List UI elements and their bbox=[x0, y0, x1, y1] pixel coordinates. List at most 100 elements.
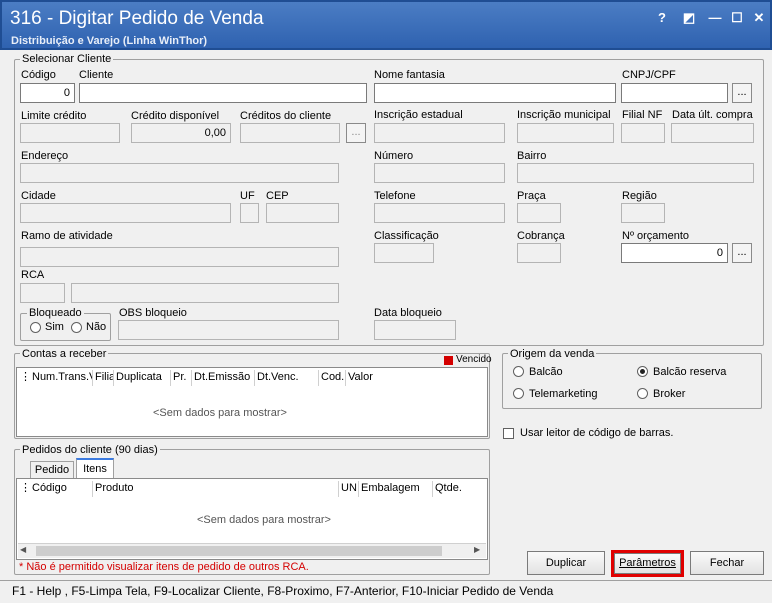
col-valor[interactable]: Valor bbox=[346, 370, 386, 386]
col-pr[interactable]: Pr. bbox=[171, 370, 192, 386]
cnpj-input[interactable] bbox=[621, 83, 728, 103]
cnpj-search-button[interactable]: ... bbox=[732, 83, 752, 103]
nome-fantasia-label: Nome fantasia bbox=[374, 69, 445, 81]
origem-group bbox=[502, 353, 762, 409]
bairro-field bbox=[517, 163, 754, 183]
data-bloqueio-label: Data bloqueio bbox=[374, 307, 442, 319]
col-dt-venc[interactable]: Dt.Venc. bbox=[255, 370, 319, 386]
bloqueado-sim-label: Sim bbox=[45, 321, 64, 333]
col-num-trans[interactable]: Num.Trans.V bbox=[30, 370, 93, 386]
nome-fantasia-input[interactable] bbox=[374, 83, 616, 103]
praca-field bbox=[517, 203, 561, 223]
pedidos-warning: * Não é permitido visualizar itens de pe… bbox=[19, 561, 309, 573]
col-dt-emissao[interactable]: Dt.Emissão bbox=[192, 370, 255, 386]
regiao-label: Região bbox=[622, 190, 657, 202]
contas-group-label: Contas a receber bbox=[20, 348, 109, 360]
origem-telemarketing-label: Telemarketing bbox=[529, 388, 598, 400]
codigo-input[interactable]: 0 bbox=[20, 83, 75, 103]
cidade-label: Cidade bbox=[21, 190, 56, 202]
obs-bloqueio-field bbox=[118, 320, 339, 340]
regiao-field bbox=[621, 203, 665, 223]
bairro-label: Bairro bbox=[517, 150, 547, 162]
obs-bloqueio-label: OBS bloqueio bbox=[119, 307, 187, 319]
cobranca-label: Cobrança bbox=[517, 230, 565, 242]
rca-code-field bbox=[20, 283, 65, 303]
grid-menu-icon[interactable]: ⋮ bbox=[18, 481, 30, 497]
pedidos-group-label: Pedidos do cliente (90 dias) bbox=[20, 444, 160, 456]
credito-disponivel-label: Crédito disponível bbox=[131, 110, 220, 122]
data-bloqueio-field bbox=[374, 320, 456, 340]
bloqueado-label: Bloqueado bbox=[27, 307, 84, 319]
tab-itens[interactable]: Itens bbox=[76, 458, 114, 478]
col-cod[interactable]: Cod. bbox=[319, 370, 346, 386]
cliente-input[interactable] bbox=[79, 83, 367, 103]
fechar-button[interactable]: Fechar bbox=[690, 551, 764, 575]
col-filial[interactable]: Filia bbox=[93, 370, 114, 386]
creditos-cliente-button[interactable]: ... bbox=[346, 123, 366, 143]
orcamento-search-button[interactable]: ... bbox=[732, 243, 752, 263]
cobranca-field bbox=[517, 243, 561, 263]
scroll-left-icon[interactable]: ◀ bbox=[20, 545, 26, 554]
orcamento-label: Nº orçamento bbox=[622, 230, 689, 242]
pedidos-grid[interactable]: ⋮ Código Produto UN Embalagem Qtde. <Sem… bbox=[16, 478, 488, 560]
col-qtde[interactable]: Qtde. bbox=[433, 481, 483, 497]
horizontal-scrollbar[interactable]: ◀ ▶ bbox=[18, 543, 486, 558]
col-produto[interactable]: Produto bbox=[93, 481, 339, 497]
tab-pedido[interactable]: Pedido bbox=[30, 461, 74, 478]
barcode-checkbox[interactable] bbox=[503, 428, 514, 439]
data-ult-compra-field bbox=[671, 123, 754, 143]
contas-grid[interactable]: ⋮ Num.Trans.V Filia Duplicata Pr. Dt.Emi… bbox=[16, 367, 488, 437]
endereco-field bbox=[20, 163, 339, 183]
window-title: 316 - Digitar Pedido de Venda bbox=[10, 8, 264, 29]
rca-name-field bbox=[71, 283, 339, 303]
insc-estadual-field bbox=[374, 123, 505, 143]
credito-disponivel-field: 0,00 bbox=[131, 123, 231, 143]
col-codigo[interactable]: Código bbox=[30, 481, 93, 497]
origem-balcao-reserva-radio[interactable] bbox=[637, 366, 648, 377]
origem-balcao-radio[interactable] bbox=[513, 366, 524, 377]
codigo-label: Código bbox=[21, 69, 56, 81]
help-button[interactable]: ? bbox=[654, 10, 670, 26]
window-subtitle: Distribuição e Varejo (Linha WinThor) bbox=[11, 35, 208, 47]
contas-empty-text: <Sem dados para mostrar> bbox=[153, 407, 287, 419]
scroll-thumb[interactable] bbox=[36, 546, 442, 556]
endereco-label: Endereço bbox=[21, 150, 69, 162]
vencido-label: Vencido bbox=[456, 354, 492, 365]
bloqueado-sim-radio[interactable] bbox=[30, 322, 41, 333]
cliente-label: Cliente bbox=[79, 69, 114, 81]
bloqueado-nao-radio[interactable] bbox=[71, 322, 82, 333]
restore-icon[interactable]: ◩ bbox=[681, 10, 697, 26]
cnpj-label: CNPJ/CPF bbox=[622, 69, 676, 81]
vencido-swatch bbox=[444, 356, 453, 365]
close-button[interactable]: ✕ bbox=[751, 10, 767, 26]
insc-municipal-field bbox=[517, 123, 614, 143]
parametros-button[interactable]: Parâmetros bbox=[614, 553, 681, 574]
insc-municipal-label: Inscrição municipal bbox=[517, 109, 611, 121]
grid-menu-icon[interactable]: ⋮ bbox=[18, 370, 30, 386]
creditos-cliente-label: Créditos do cliente bbox=[240, 110, 332, 122]
origem-telemarketing-radio[interactable] bbox=[513, 388, 524, 399]
orcamento-input[interactable]: 0 bbox=[621, 243, 728, 263]
maximize-button[interactable]: ☐ bbox=[729, 10, 745, 26]
filial-nf-field bbox=[621, 123, 665, 143]
cep-field bbox=[266, 203, 339, 223]
minimize-button[interactable]: — bbox=[707, 10, 723, 26]
uf-field bbox=[240, 203, 259, 223]
praca-label: Praça bbox=[517, 190, 546, 202]
origem-broker-label: Broker bbox=[653, 388, 686, 400]
col-un[interactable]: UN bbox=[339, 481, 359, 497]
col-embalagem[interactable]: Embalagem bbox=[359, 481, 433, 497]
limite-credito-label: Limite crédito bbox=[21, 110, 87, 122]
origem-broker-radio[interactable] bbox=[637, 388, 648, 399]
numero-field bbox=[374, 163, 505, 183]
scroll-right-icon[interactable]: ▶ bbox=[474, 545, 480, 554]
title-bar: 316 - Digitar Pedido de Venda Distribuiç… bbox=[0, 0, 772, 50]
numero-label: Número bbox=[374, 150, 414, 162]
filial-nf-label: Filial NF bbox=[622, 109, 663, 121]
cidade-field bbox=[20, 203, 231, 223]
col-duplicata[interactable]: Duplicata bbox=[114, 370, 171, 386]
ramo-atividade-label: Ramo de atividade bbox=[21, 230, 113, 242]
barcode-label: Usar leitor de código de barras. bbox=[520, 427, 674, 439]
ramo-atividade-field bbox=[20, 247, 339, 267]
duplicar-pedido-button[interactable]: Duplicar Pedido bbox=[527, 551, 605, 591]
